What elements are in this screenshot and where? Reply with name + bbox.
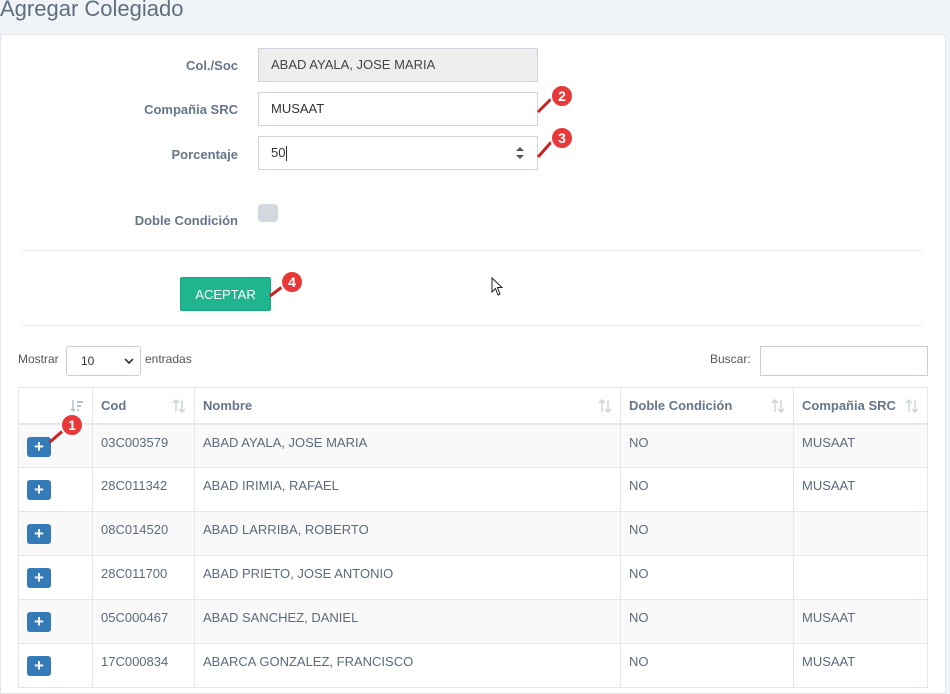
cell-doble: NO xyxy=(620,467,794,512)
divider xyxy=(22,250,922,251)
table-row: + 05C000467 ABAD SANCHEZ, DANIEL NO MUSA… xyxy=(18,599,928,644)
entries-value: 10 xyxy=(81,354,95,368)
cell-actions: + xyxy=(18,555,93,600)
doble-condicion-checkbox[interactable] xyxy=(258,204,278,222)
cell-doble: NO xyxy=(620,423,794,468)
entries-select[interactable]: 10 xyxy=(66,346,141,376)
cell-actions: + xyxy=(18,599,93,644)
cell-nombre: ABAD LARRIBA, ROBERTO xyxy=(194,511,621,556)
column-header-compania[interactable]: Compañia SRC xyxy=(793,387,928,425)
col-soc-field[interactable]: ABAD AYALA, JOSE MARIA xyxy=(258,48,538,82)
doble-condicion-label: Doble Condición xyxy=(134,213,238,228)
cell-nombre: ABAD AYALA, JOSE MARIA xyxy=(194,423,621,468)
marker-2-label: 2 xyxy=(558,88,566,104)
cell-cod: 05C000467 xyxy=(92,599,195,644)
cell-nombre: ABARCA GONZALEZ, FRANCISCO xyxy=(194,643,621,688)
spinner-arrows-icon[interactable] xyxy=(515,146,525,160)
cell-doble: NO xyxy=(620,555,794,600)
cell-cod: 28C011700 xyxy=(92,555,195,600)
marker-3-label: 3 xyxy=(558,130,566,146)
cell-doble: NO xyxy=(620,511,794,556)
porcentaje-label: Porcentaje xyxy=(171,147,238,162)
table-row: + 03C003579 ABAD AYALA, JOSE MARIA NO MU… xyxy=(18,423,928,468)
sort-active-icon xyxy=(70,400,83,413)
cell-compania xyxy=(793,555,928,600)
marker-1-icon: 1 xyxy=(49,413,84,444)
column-header-doble-condicion[interactable]: Doble Condición xyxy=(620,387,794,425)
table-row: + 28C011700 ABAD PRIETO, JOSE ANTONIO NO xyxy=(18,555,928,600)
plus-icon[interactable]: + xyxy=(27,612,51,632)
sort-icon xyxy=(905,399,919,413)
cell-doble: NO xyxy=(620,643,794,688)
text-caret xyxy=(286,146,288,162)
marker-4-icon: 4 xyxy=(269,270,304,298)
column-header-cod-label: Cod xyxy=(101,397,127,413)
show-label: Mostrar xyxy=(18,352,59,366)
cell-cod: 03C003579 xyxy=(92,423,195,468)
entries-label: entradas xyxy=(145,352,192,366)
cell-doble: NO xyxy=(620,599,794,644)
cell-cod: 28C011342 xyxy=(92,467,195,512)
cell-cod: 17C000834 xyxy=(92,643,195,688)
plus-icon[interactable]: + xyxy=(27,656,51,676)
cell-actions: + xyxy=(18,467,93,512)
porcentaje-stepper[interactable]: 50 xyxy=(258,136,538,170)
cell-actions: + xyxy=(18,511,93,556)
search-label: Buscar: xyxy=(710,352,751,366)
plus-icon[interactable]: + xyxy=(27,480,51,500)
cell-nombre: ABAD IRIMIA, RAFAEL xyxy=(194,467,621,512)
cell-nombre: ABAD SANCHEZ, DANIEL xyxy=(194,599,621,644)
compania-label: Compañia SRC xyxy=(144,102,238,117)
colegiados-table: Cod Nombre Doble Condición Compañia SRC … xyxy=(18,387,928,688)
column-header-compania-label: Compañia SRC xyxy=(802,397,896,413)
column-header-nombre-label: Nombre xyxy=(203,397,253,413)
cell-cod: 08C014520 xyxy=(92,511,195,556)
cell-nombre: ABAD PRIETO, JOSE ANTONIO xyxy=(194,555,621,600)
cell-compania: MUSAAT xyxy=(793,599,928,644)
cell-compania: MUSAAT xyxy=(793,467,928,512)
marker-3-icon: 3 xyxy=(536,126,574,158)
column-header-nombre[interactable]: Nombre xyxy=(194,387,621,425)
accept-button[interactable]: ACEPTAR xyxy=(180,277,271,311)
col-soc-label: Col./Soc xyxy=(185,58,238,73)
column-header-doble-label: Doble Condición xyxy=(629,397,733,413)
porcentaje-value: 50 xyxy=(271,145,286,160)
marker-4-label: 4 xyxy=(288,274,296,290)
divider xyxy=(22,325,922,326)
mouse-cursor-icon xyxy=(491,277,504,296)
table-row: + 17C000834 ABARCA GONZALEZ, FRANCISCO N… xyxy=(18,643,928,688)
marker-2-icon: 2 xyxy=(536,84,574,114)
sort-icon xyxy=(172,399,186,413)
column-header-cod[interactable]: Cod xyxy=(92,387,195,425)
chevron-down-icon xyxy=(124,358,134,365)
marker-1-label: 1 xyxy=(68,417,76,433)
compania-field[interactable]: MUSAAT xyxy=(258,92,538,126)
cell-actions: + xyxy=(18,643,93,688)
plus-icon[interactable]: + xyxy=(27,568,51,588)
page-title: Agregar Colegiado xyxy=(0,0,184,21)
sort-icon xyxy=(771,399,785,413)
table-header-row: Cod Nombre Doble Condición Compañia SRC xyxy=(18,387,928,425)
cell-compania: MUSAAT xyxy=(793,423,928,468)
table-row: + 28C011342 ABAD IRIMIA, RAFAEL NO MUSAA… xyxy=(18,467,928,512)
cell-compania: MUSAAT xyxy=(793,643,928,688)
table-row: + 08C014520 ABAD LARRIBA, ROBERTO NO xyxy=(18,511,928,556)
cell-compania xyxy=(793,511,928,556)
plus-icon[interactable]: + xyxy=(27,524,51,544)
search-input[interactable] xyxy=(760,346,928,376)
sort-icon xyxy=(598,399,612,413)
